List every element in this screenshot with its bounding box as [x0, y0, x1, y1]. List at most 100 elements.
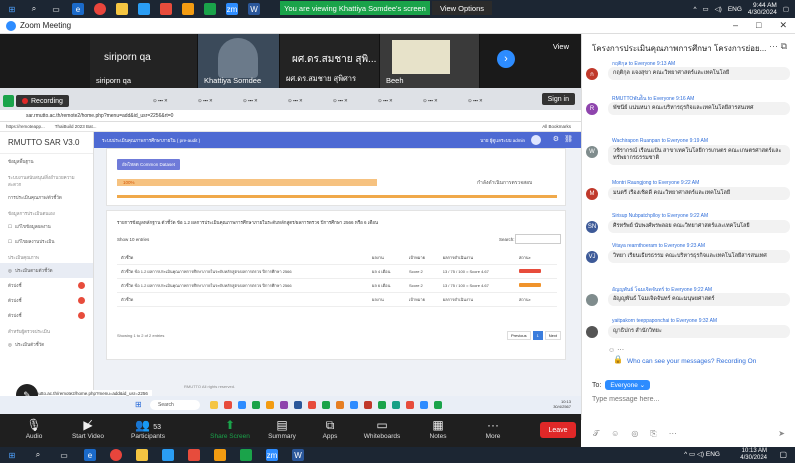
windows-start-icon[interactable]: ⊞ [135, 400, 142, 409]
maximize-icon[interactable]: □ [756, 20, 761, 31]
send-icon[interactable]: ➤ [778, 429, 785, 438]
column-header[interactable]: ตัวชี้วัด [117, 251, 368, 265]
more-button[interactable]: ··· More [465, 417, 521, 440]
minimize-icon[interactable]: – [733, 20, 738, 31]
sidebar-subitem[interactable]: ตัวบ่งชี้ [0, 278, 93, 293]
inner-search-box[interactable]: Search [150, 400, 200, 410]
column-header[interactable]: ผลการดำเนินงาน [438, 251, 515, 265]
video-tile[interactable]: siriporn qa siriporn qa [90, 34, 198, 88]
app-icon[interactable] [214, 449, 226, 461]
browser-tab[interactable]: ⊙ ▪▪▪ ✕ [420, 94, 441, 108]
file-explorer-icon[interactable] [116, 3, 128, 15]
settings-icon[interactable]: ⚙ [553, 135, 559, 143]
start-video-button[interactable]: ▶̸ Start Video [60, 417, 116, 440]
share-screen-button[interactable]: ⬆ Share Screen [202, 417, 258, 440]
audio-button[interactable]: 🎙 Audio [6, 417, 62, 440]
notification-icon[interactable]: ▢ [783, 5, 789, 13]
more-icon[interactable]: ··· [769, 41, 778, 51]
all-bookmarks[interactable]: All Bookmarks [542, 124, 571, 129]
bookmark-item[interactable]: ThaiBuild 2023 Bat... [55, 124, 97, 129]
edge-icon[interactable]: e [72, 3, 84, 15]
app-icon[interactable] [364, 401, 372, 409]
task-view-icon[interactable]: ▭ [50, 3, 62, 15]
reaction-icons[interactable]: ☺ ⋯ [608, 346, 624, 354]
close-icon[interactable]: ✕ [779, 20, 787, 31]
apps-button[interactable]: ⧉ Apps [302, 417, 358, 440]
volume-icon[interactable]: ◁) [715, 5, 722, 13]
notes-button[interactable]: ▦ Notes [410, 417, 466, 440]
sidebar-item[interactable]: ◎ ประเมินตัวชี้วัด [0, 337, 93, 352]
browser-tab[interactable]: ⊙ ▪▪▪ ✕ [195, 94, 216, 108]
search-icon[interactable]: ⌕ [32, 449, 44, 461]
show-entries-select[interactable]: Show 10 entries [117, 237, 149, 242]
app-icon[interactable] [350, 401, 358, 409]
browser-tab[interactable]: ⊙ ▪▪▪ ✕ [375, 94, 396, 108]
avatar[interactable] [531, 135, 541, 145]
app-icon[interactable] [162, 449, 174, 461]
bookmark-item[interactable]: https://remoteapp... [6, 124, 45, 129]
app-icon[interactable] [138, 3, 150, 15]
clock[interactable]: 9:44 AM 4/30/2024 [748, 2, 777, 16]
table-row[interactable]: ตัวชี้วัด ข้อ 1.2 ผลการประเมินคุณภาพการศ… [117, 278, 557, 293]
notification-icon[interactable]: ▢ [779, 450, 787, 459]
chat-message-input[interactable] [592, 396, 788, 403]
table-search-input[interactable] [515, 234, 561, 244]
shield-icon[interactable] [3, 95, 14, 107]
status-badge[interactable] [518, 283, 541, 287]
pager-next[interactable]: Next [544, 331, 562, 340]
windows-start-icon[interactable]: ⊞ [6, 449, 18, 461]
app-icon[interactable] [238, 401, 246, 409]
browser-tab[interactable]: ⊙ ▪▪▪ ✕ [330, 94, 351, 108]
status-badge[interactable] [518, 269, 541, 273]
sidebar-item[interactable]: ☐ แก้ไขผลงานประเมิน [0, 234, 93, 249]
column-header[interactable]: เป้าหมาย [404, 251, 439, 265]
app-icon[interactable] [322, 401, 330, 409]
network-icon[interactable]: ▭ [703, 5, 709, 13]
app-icon[interactable] [294, 401, 302, 409]
app-icon[interactable] [266, 401, 274, 409]
view-button[interactable]: View [553, 42, 569, 51]
word-icon[interactable]: W [292, 449, 304, 461]
video-tile[interactable]: Beeh [380, 34, 480, 88]
line-icon[interactable] [204, 3, 216, 15]
format-icon[interactable]: 𝒯 [593, 429, 599, 439]
app-icon[interactable] [252, 401, 260, 409]
app-icon[interactable] [406, 401, 414, 409]
word-icon[interactable]: W [248, 3, 260, 15]
leave-button[interactable]: Leave [540, 422, 576, 438]
task-view-icon[interactable]: ▭ [58, 449, 70, 461]
browser-tab[interactable]: ⊙ ▪▪▪ ✕ [240, 94, 261, 108]
browser-tab[interactable]: ⊙ ▪▪▪ ✕ [465, 94, 486, 108]
participants-button[interactable]: 👥 53 Participants [120, 417, 176, 440]
address-bar[interactable]: sar.rmutto.ac.th/remote2/home.php?menu=a… [0, 110, 581, 122]
header-user[interactable]: นาย ผู้ดูแลระบบ admin [480, 137, 525, 144]
upload-dataset-button[interactable]: อัพโหลด Common Dataset [117, 159, 180, 170]
inner-clock[interactable]: 10:13 30/4/2567 [553, 399, 571, 409]
sidebar-subitem[interactable]: ตัวบ่งชี้ [0, 293, 93, 308]
column-header[interactable]: สถานะ [514, 251, 557, 265]
zoom-icon[interactable]: zm [266, 449, 278, 461]
app-icon[interactable] [420, 401, 428, 409]
who-can-see-link[interactable]: Who can see your messages? Recording On [627, 358, 756, 365]
chrome-icon[interactable] [94, 3, 106, 15]
recording-indicator[interactable]: Recording [16, 95, 69, 107]
sidebar-item[interactable]: ข้อมูลพื้นฐาน [0, 154, 93, 169]
language-indicator[interactable]: ENG [728, 6, 742, 13]
link-icon[interactable]: ⛓ [564, 135, 573, 143]
clock[interactable]: 10:13 AM 4/30/2024 [740, 448, 767, 462]
system-tray[interactable]: ^ ▭ ◁) ENG [684, 450, 720, 458]
more-icon[interactable]: ⋯ [669, 429, 677, 438]
app-icon[interactable] [392, 401, 400, 409]
column-header[interactable]: ผลงาน [367, 251, 405, 265]
chrome-icon[interactable] [110, 449, 122, 461]
app-icon[interactable] [224, 401, 232, 409]
app-icon[interactable] [336, 401, 344, 409]
app-icon[interactable] [210, 401, 218, 409]
next-page-button[interactable]: › [497, 50, 515, 68]
whiteboards-button[interactable]: ▭ Whiteboards [354, 417, 410, 440]
sidebar-subitem[interactable]: ตัวบ่งชี้ [0, 308, 93, 323]
chevron-up-icon[interactable]: ^ [693, 6, 696, 13]
app-icon[interactable] [280, 401, 288, 409]
emoji-icon[interactable]: ☺ [611, 429, 619, 438]
sidebar-item[interactable]: ☐ แก้ไขข้อมูลผลงาน [0, 219, 93, 234]
